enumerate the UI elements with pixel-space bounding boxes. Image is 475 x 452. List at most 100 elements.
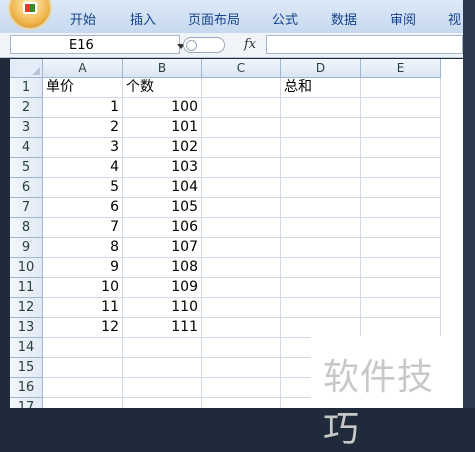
cell-a11[interactable]: 10 (43, 278, 123, 298)
cell-b2[interactable]: 100 (123, 98, 202, 118)
cell-a6[interactable]: 5 (43, 178, 123, 198)
cell-c1[interactable] (202, 78, 281, 98)
formula-bar-expander[interactable] (183, 37, 225, 53)
cell-d11[interactable] (281, 278, 361, 298)
tab-insert[interactable]: 插入 (130, 9, 156, 28)
column-header-e[interactable]: E (361, 59, 441, 78)
cell-b3[interactable]: 101 (123, 118, 202, 138)
cell-a17[interactable] (43, 398, 123, 408)
cell-e1[interactable] (361, 78, 441, 98)
cell-c4[interactable] (202, 138, 281, 158)
cell-a2[interactable]: 1 (43, 98, 123, 118)
cell-e9[interactable] (361, 238, 441, 258)
cell-c8[interactable] (202, 218, 281, 238)
cell-d3[interactable] (281, 118, 361, 138)
cell-e11[interactable] (361, 278, 441, 298)
column-header-a[interactable]: A (43, 59, 123, 78)
cell-d8[interactable] (281, 218, 361, 238)
cell-c15[interactable] (202, 358, 281, 378)
cell-a3[interactable]: 2 (43, 118, 123, 138)
cell-a10[interactable]: 9 (43, 258, 123, 278)
row-header[interactable]: 5 (10, 158, 43, 178)
tab-formulas[interactable]: 公式 (272, 9, 298, 28)
cell-a16[interactable] (43, 378, 123, 398)
cell-d13[interactable] (281, 318, 361, 338)
tab-review[interactable]: 审阅 (390, 9, 416, 28)
row-header[interactable]: 9 (10, 238, 43, 258)
row-header[interactable]: 14 (10, 338, 43, 358)
cell-c11[interactable] (202, 278, 281, 298)
cell-d1[interactable]: 总和 (281, 78, 361, 98)
cell-c9[interactable] (202, 238, 281, 258)
name-box[interactable]: E16 (10, 35, 185, 54)
cell-c5[interactable] (202, 158, 281, 178)
row-header[interactable]: 11 (10, 278, 43, 298)
row-header[interactable]: 4 (10, 138, 43, 158)
cell-e4[interactable] (361, 138, 441, 158)
row-header[interactable]: 2 (10, 98, 43, 118)
cell-c7[interactable] (202, 198, 281, 218)
row-header[interactable]: 8 (10, 218, 43, 238)
formula-input[interactable] (266, 35, 463, 54)
cell-e5[interactable] (361, 158, 441, 178)
cell-a7[interactable]: 6 (43, 198, 123, 218)
row-header[interactable]: 15 (10, 358, 43, 378)
row-header[interactable]: 13 (10, 318, 43, 338)
cell-c13[interactable] (202, 318, 281, 338)
cell-a4[interactable]: 3 (43, 138, 123, 158)
tab-page-layout[interactable]: 页面布局 (188, 9, 240, 28)
cell-e7[interactable] (361, 198, 441, 218)
cell-a15[interactable] (43, 358, 123, 378)
cell-c10[interactable] (202, 258, 281, 278)
cell-b7[interactable]: 105 (123, 198, 202, 218)
cell-d7[interactable] (281, 198, 361, 218)
cell-c6[interactable] (202, 178, 281, 198)
row-header[interactable]: 16 (10, 378, 43, 398)
cell-e8[interactable] (361, 218, 441, 238)
cell-c12[interactable] (202, 298, 281, 318)
cell-b1[interactable]: 个数 (123, 78, 202, 98)
cell-d2[interactable] (281, 98, 361, 118)
insert-function-icon[interactable]: fx (244, 37, 256, 52)
cell-a13[interactable]: 12 (43, 318, 123, 338)
cell-d10[interactable] (281, 258, 361, 278)
cell-c17[interactable] (202, 398, 281, 408)
row-header[interactable]: 10 (10, 258, 43, 278)
cell-b10[interactable]: 108 (123, 258, 202, 278)
cell-b16[interactable] (123, 378, 202, 398)
column-header-c[interactable]: C (202, 59, 281, 78)
column-header-b[interactable]: B (123, 59, 202, 78)
cell-d12[interactable] (281, 298, 361, 318)
row-header[interactable]: 3 (10, 118, 43, 138)
cell-b15[interactable] (123, 358, 202, 378)
cell-e12[interactable] (361, 298, 441, 318)
cell-e13[interactable] (361, 318, 441, 338)
cell-e2[interactable] (361, 98, 441, 118)
cell-b13[interactable]: 111 (123, 318, 202, 338)
cell-b11[interactable]: 109 (123, 278, 202, 298)
cell-c16[interactable] (202, 378, 281, 398)
cell-b4[interactable]: 102 (123, 138, 202, 158)
row-header[interactable]: 7 (10, 198, 43, 218)
row-header[interactable]: 12 (10, 298, 43, 318)
column-header-d[interactable]: D (281, 59, 361, 78)
cell-a1[interactable]: 单价 (43, 78, 123, 98)
cell-d4[interactable] (281, 138, 361, 158)
cell-e10[interactable] (361, 258, 441, 278)
cell-c2[interactable] (202, 98, 281, 118)
cell-b6[interactable]: 104 (123, 178, 202, 198)
cell-d5[interactable] (281, 158, 361, 178)
cell-d9[interactable] (281, 238, 361, 258)
select-all-button[interactable] (10, 59, 43, 78)
cell-a14[interactable] (43, 338, 123, 358)
cell-b5[interactable]: 103 (123, 158, 202, 178)
cell-c14[interactable] (202, 338, 281, 358)
cell-b8[interactable]: 106 (123, 218, 202, 238)
cell-b17[interactable] (123, 398, 202, 408)
row-header[interactable]: 1 (10, 78, 43, 98)
cell-a5[interactable]: 4 (43, 158, 123, 178)
tab-view[interactable]: 视 (448, 9, 461, 28)
cell-d6[interactable] (281, 178, 361, 198)
cell-a9[interactable]: 8 (43, 238, 123, 258)
cell-a12[interactable]: 11 (43, 298, 123, 318)
